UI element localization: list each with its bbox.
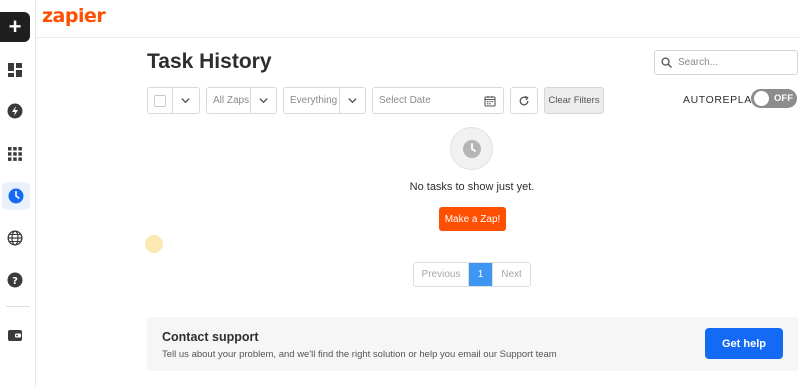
- plus-icon: +: [8, 14, 22, 39]
- status-filter-label: Everything: [290, 95, 338, 106]
- search-input[interactable]: [678, 57, 788, 68]
- globe-icon[interactable]: [4, 227, 26, 249]
- page-number-button[interactable]: 1: [469, 263, 492, 286]
- cursor-highlight: [145, 235, 163, 253]
- wallet-icon[interactable]: [4, 324, 26, 346]
- sidebar: + ?: [0, 0, 36, 387]
- toggle-knob: [754, 91, 769, 106]
- previous-page-button[interactable]: Previous: [414, 263, 469, 286]
- select-all-checkbox[interactable]: [154, 94, 166, 107]
- clear-filters-button[interactable]: Clear Filters: [544, 87, 604, 114]
- date-filter[interactable]: Select Date: [372, 87, 504, 114]
- select-dropdown-toggle[interactable]: [172, 88, 198, 113]
- chevron-down-icon: [348, 98, 357, 104]
- status-filter-chevron: [339, 88, 365, 113]
- zap-icon[interactable]: [4, 100, 26, 122]
- status-filter-dropdown[interactable]: Everything: [283, 87, 366, 114]
- zaps-filter-label: All Zaps: [213, 95, 250, 106]
- get-help-button[interactable]: Get help: [705, 328, 783, 359]
- contact-support-panel: Contact support Tell us about your probl…: [147, 317, 798, 371]
- support-description: Tell us about your problem, and we'll fi…: [162, 349, 557, 360]
- page-title: Task History: [147, 50, 272, 73]
- refresh-icon: [519, 95, 529, 105]
- refresh-button[interactable]: [510, 87, 538, 114]
- zaps-filter-chevron: [250, 88, 276, 113]
- search-box[interactable]: [654, 50, 798, 75]
- apps-grid-icon[interactable]: [4, 143, 26, 165]
- svg-text:?: ?: [12, 276, 18, 287]
- calendar-icon: [484, 95, 496, 107]
- autoreplay-label: AUTOREPLAY: [683, 94, 759, 106]
- make-a-zap-button[interactable]: Make a Zap!: [439, 207, 506, 231]
- zaps-filter-dropdown[interactable]: All Zaps: [206, 87, 277, 114]
- autoreplay-toggle[interactable]: OFF: [751, 89, 797, 108]
- search-icon: [661, 57, 672, 68]
- history-clock-icon[interactable]: [2, 182, 30, 210]
- chevron-down-icon: [181, 98, 190, 104]
- pagination: Previous 1 Next: [413, 262, 531, 287]
- chevron-down-icon: [259, 98, 268, 104]
- date-filter-placeholder: Select Date: [379, 95, 431, 106]
- top-bar: zapier: [36, 0, 800, 38]
- sidebar-divider: [6, 306, 30, 307]
- select-all-filter[interactable]: [147, 87, 200, 114]
- create-button[interactable]: +: [0, 12, 30, 42]
- dashboard-icon[interactable]: [4, 59, 26, 81]
- next-page-button[interactable]: Next: [492, 263, 530, 286]
- empty-state-message: No tasks to show just yet.: [409, 181, 535, 193]
- help-icon[interactable]: ?: [4, 269, 26, 291]
- support-title: Contact support: [162, 330, 259, 344]
- autoreplay-state: OFF: [774, 93, 793, 104]
- zapier-logo[interactable]: zapier: [42, 5, 106, 27]
- empty-clock-icon: [450, 127, 493, 170]
